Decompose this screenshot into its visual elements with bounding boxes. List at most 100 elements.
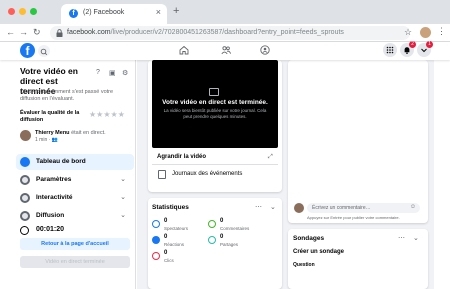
more-options-icon[interactable]: ⋯ [398, 234, 405, 242]
broadcast-status: Thierry Menu était en direct. [35, 130, 106, 136]
browser-menu-icon[interactable]: ⋮ [437, 26, 446, 37]
stat-shares: 0 Partages [208, 234, 268, 252]
search-icon[interactable] [38, 45, 50, 57]
user-avatar[interactable] [20, 130, 31, 141]
video-camera-icon [209, 88, 219, 96]
video-preview[interactable]: Votre vidéo en direct est terminée. La v… [152, 60, 278, 148]
clicks-icon [152, 252, 160, 260]
stat-label: Spectateurs [164, 226, 189, 231]
chevron-down-icon: ⌄ [120, 194, 126, 201]
back-to-home-button[interactable]: Retour à la page d'accueil [20, 238, 130, 250]
forward-arrow-icon[interactable]: → [19, 27, 28, 37]
comments-icon [208, 220, 216, 228]
minimize-window-button[interactable] [19, 8, 26, 15]
sidebar-item-settings[interactable]: Paramètres ⌄ [16, 172, 134, 188]
back-arrow-icon[interactable]: ← [6, 27, 15, 37]
browser-tab[interactable]: f (2) Facebook × [61, 4, 167, 24]
stat-label: Réactions [164, 242, 185, 247]
share-icon [208, 236, 216, 244]
interactivity-icon [20, 193, 30, 203]
layout-toggle-icon[interactable]: ▣ [109, 69, 116, 77]
video-ended-subtitle: La vidéo sera bientôt publiée sur votre … [163, 108, 267, 119]
stat-label: Partages [220, 242, 239, 247]
timer-icon [20, 226, 29, 235]
facebook-logo-icon[interactable]: f [20, 43, 35, 58]
broadcast-time: 1 min · 👥 [35, 137, 58, 143]
new-tab-button[interactable]: + [173, 5, 179, 17]
broadcast-time-value: 1 min [35, 137, 48, 143]
dashboard-icon [20, 157, 30, 167]
profile-avatar[interactable] [420, 27, 431, 38]
rating-label: Évaluer la qualité de la diffusion [20, 110, 80, 123]
stat-clicks: 0 Clics [152, 250, 212, 268]
sidebar-item-label: Diffusion [36, 212, 65, 219]
settings-gear-icon [20, 175, 30, 185]
reload-icon[interactable]: ↻ [33, 27, 41, 38]
tab-close-icon[interactable]: × [156, 7, 161, 17]
poll-question-label: Question [293, 262, 315, 268]
url-host: facebook.com [67, 29, 111, 36]
sidebar-item-distribution[interactable]: Diffusion ⌄ [16, 208, 134, 224]
facebook-top-nav: f 2 1 [0, 41, 450, 60]
account-menu-icon[interactable]: 1 [417, 41, 433, 57]
lock-icon [56, 29, 63, 37]
user-name[interactable]: Thierry Menu [35, 130, 70, 136]
create-poll-label: Créer un sondage [293, 249, 345, 255]
emoji-icon[interactable]: ☺ [410, 204, 416, 210]
sidebar-item-label: Interactivité [36, 194, 73, 201]
sidebar-item-label: Paramètres [36, 176, 72, 183]
address-bar[interactable]: facebook.com/live/producer/v2/7028004512… [50, 26, 410, 40]
stat-label: Commentaires [220, 226, 250, 231]
browser-toolbar: ← → ↻ facebook.com/live/producer/v2/7028… [0, 24, 450, 42]
home-icon[interactable] [178, 44, 190, 56]
viewers-icon [152, 220, 160, 228]
comment-placeholder: Écrivez un commentaire… [312, 205, 371, 211]
tab-title: (2) Facebook [83, 9, 125, 16]
stat-value: 0 [164, 250, 168, 256]
stat-value: 0 [220, 218, 224, 224]
close-window-button[interactable] [8, 8, 15, 15]
ended-video-button: Vidéo en direct terminée [20, 256, 130, 268]
stat-value: 0 [164, 218, 168, 224]
divider [152, 164, 278, 165]
menu-grid-icon[interactable] [383, 43, 397, 57]
browser-tab-bar: f (2) Facebook × + [0, 0, 450, 24]
commenter-avatar [294, 203, 304, 213]
notifications-badge: 2 [409, 41, 416, 48]
expand-icon[interactable]: ⤢ [268, 154, 273, 161]
chevron-down-icon: ⌄ [120, 212, 126, 219]
maximize-window-button[interactable] [30, 8, 37, 15]
stat-label: Clics [164, 258, 174, 263]
settings-gear-icon[interactable]: ⚙ [122, 69, 128, 77]
chevron-down-icon: ⌄ [120, 176, 126, 183]
event-log-link[interactable]: Journaux des événements [172, 171, 242, 177]
enlarge-video-label[interactable]: Agrandir la vidéo [157, 154, 206, 160]
user-status: était en direct. [69, 130, 106, 136]
bookmark-star-icon[interactable]: ☆ [404, 27, 412, 38]
polls-title: Sondages [293, 235, 325, 242]
notifications-bell-icon[interactable]: 2 [400, 41, 416, 57]
like-icon [152, 236, 160, 244]
collapse-chevron-icon[interactable]: ⌄ [413, 234, 419, 242]
sidebar-item-interactivity[interactable]: Interactivité ⌄ [16, 190, 134, 206]
journal-icon [158, 170, 166, 179]
rating-stars[interactable]: ★★★★★ [89, 110, 125, 119]
sidebar-item-dashboard[interactable]: Tableau de bord [16, 154, 134, 170]
more-options-icon[interactable]: ⋯ [255, 203, 262, 211]
comment-input[interactable]: Écrivez un commentaire… ☺ [307, 203, 420, 213]
groups-icon[interactable] [259, 44, 271, 56]
stat-value: 0 [164, 234, 168, 240]
audience-icon: 👥 [51, 137, 58, 143]
help-icon[interactable]: ? [96, 69, 100, 76]
rating-description: Dites-nous comment s'est passé votre dif… [20, 89, 114, 102]
collapse-chevron-icon[interactable]: ⌄ [270, 203, 276, 211]
url-path: /live/producer/v2/702800451263587/dashbo… [110, 29, 344, 36]
broadcast-timer: 00:01:20 [36, 226, 65, 233]
friends-icon[interactable] [220, 44, 232, 56]
url-text: facebook.com/live/producer/v2/7028004512… [67, 29, 344, 36]
stat-value: 0 [220, 234, 224, 240]
grid-dots-glyph [386, 46, 394, 54]
comment-hint: Appuyez sur Entrée pour publier votre co… [307, 215, 400, 220]
live-producer-sidebar: Votre vidéo en direct est terminée ? ▣ ⚙… [16, 60, 136, 289]
stats-title: Statistiques [152, 204, 189, 211]
